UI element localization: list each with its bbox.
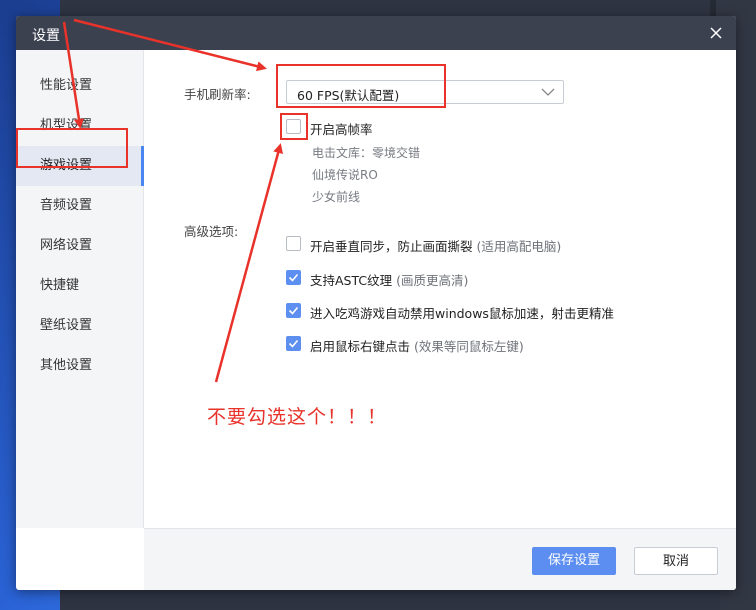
high-frame-rate-checkbox[interactable] — [286, 119, 301, 134]
dialog-titlebar: 设置 — [16, 16, 736, 50]
right-click-label: 启用鼠标右键点击 — [310, 339, 411, 354]
sidebar-item-network[interactable]: 网络设置 — [16, 226, 143, 266]
astc-option: 支持ASTC纹理 (画质更高清) — [310, 270, 468, 289]
annotation-warning-text: 不要勾选这个！！！ — [207, 406, 388, 428]
close-icon[interactable] — [706, 23, 726, 43]
vsync-option: 开启垂直同步，防止画面撕裂 (适用高配电脑) — [310, 236, 561, 255]
checkmark-icon — [288, 273, 299, 282]
cancel-button[interactable]: 取消 — [634, 547, 718, 575]
checkmark-icon — [288, 306, 299, 315]
sidebar-item-game[interactable]: 游戏设置 — [16, 146, 144, 186]
sidebar-item-device-model[interactable]: 机型设置 — [16, 106, 143, 146]
vsync-label: 开启垂直同步，防止画面撕裂 — [310, 239, 473, 254]
save-button[interactable]: 保存设置 — [532, 547, 616, 575]
right-click-hint: (效果等同鼠标左键) — [414, 339, 524, 354]
vsync-checkbox[interactable] — [286, 236, 301, 251]
supported-game-item: 仙境传说RO — [312, 168, 378, 182]
astc-label: 支持ASTC纹理 — [310, 273, 393, 288]
settings-sidebar: 性能设置 机型设置 游戏设置 音频设置 网络设置 快捷键 壁纸设置 其他设置 — [16, 50, 144, 528]
refresh-rate-select[interactable]: 60 FPS(默认配置) — [286, 80, 564, 104]
astc-hint: (画质更高清) — [396, 273, 469, 288]
dialog-footer: 保存设置 取消 — [144, 528, 736, 590]
vsync-hint: (适用高配电脑) — [476, 239, 562, 254]
advanced-options-label: 高级选项: — [184, 224, 239, 239]
sidebar-item-wallpaper[interactable]: 壁纸设置 — [16, 306, 143, 346]
settings-content: 手机刷新率: 60 FPS(默认配置) 开启高帧率 电击文库：零境交错 仙境传说… — [144, 50, 736, 528]
sidebar-item-other[interactable]: 其他设置 — [16, 346, 143, 386]
supported-game-item: 电击文库：零境交错 — [312, 146, 421, 160]
background-window-bottom — [60, 590, 720, 610]
sidebar-item-shortcuts[interactable]: 快捷键 — [16, 266, 143, 306]
sidebar-item-audio[interactable]: 音频设置 — [16, 186, 143, 226]
high-frame-rate-label: 开启高帧率 — [310, 122, 373, 137]
mouse-accel-checkbox[interactable] — [286, 303, 301, 318]
right-click-option: 启用鼠标右键点击 (效果等同鼠标左键) — [310, 336, 524, 355]
chevron-down-icon — [541, 86, 555, 98]
refresh-rate-value: 60 FPS(默认配置) — [297, 88, 400, 103]
dialog-title: 设置 — [32, 28, 60, 44]
supported-game-item: 少女前线 — [312, 190, 361, 204]
refresh-rate-label: 手机刷新率: — [184, 87, 251, 102]
right-click-checkbox[interactable] — [286, 336, 301, 351]
settings-dialog: 设置 性能设置 机型设置 游戏设置 音频设置 网络设置 快捷键 壁纸设置 其他设… — [16, 16, 736, 590]
sidebar-item-performance[interactable]: 性能设置 — [16, 66, 143, 106]
astc-checkbox[interactable] — [286, 270, 301, 285]
mouse-accel-label: 进入吃鸡游戏自动禁用windows鼠标加速，射击更精准 — [310, 306, 614, 321]
checkmark-icon — [288, 339, 299, 348]
